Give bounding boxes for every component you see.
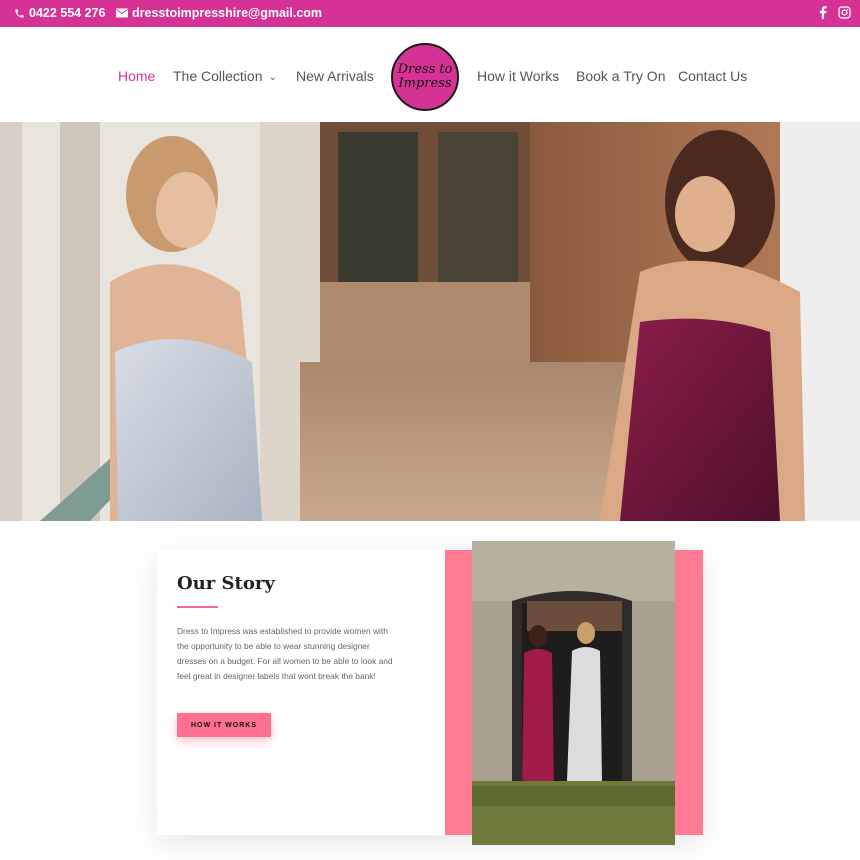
hero-illustration — [0, 122, 860, 521]
facebook-link[interactable] — [819, 6, 827, 19]
email-contact[interactable]: dresstoimpresshire@gmail.com — [116, 6, 322, 20]
logo-line2: Impress — [398, 76, 452, 91]
facebook-icon — [819, 6, 827, 19]
logo-line1: Dress to — [397, 62, 453, 77]
title-divider — [177, 606, 218, 608]
phone-number: 0422 554 276 — [29, 6, 106, 20]
top-bar: 0422 554 276 dresstoimpresshire@gmail.co… — [0, 0, 860, 27]
story-photo-illustration — [472, 541, 675, 845]
site-header: Home The Collection ⌄ New Arrivals Dress … — [0, 27, 860, 122]
instagram-link[interactable] — [838, 6, 851, 19]
envelope-icon — [116, 8, 128, 18]
nav-home[interactable]: Home — [118, 68, 155, 84]
nav-how-it-works[interactable]: How it Works — [477, 68, 559, 84]
story-photo — [472, 541, 675, 845]
site-logo[interactable]: Dress to Impress — [391, 43, 459, 111]
story-title: Our Story — [177, 573, 275, 594]
nav-the-collection[interactable]: The Collection ⌄ — [173, 68, 277, 84]
story-paragraph: Dress to Impress was established to prov… — [177, 626, 393, 681]
nav-book-a-try-on[interactable]: Book a Try On — [576, 68, 665, 84]
how-it-works-button[interactable]: HOW IT WORKS — [177, 713, 271, 737]
nav-the-collection-label: The Collection — [173, 68, 263, 84]
phone-contact[interactable]: 0422 554 276 — [14, 6, 105, 20]
nav-contact-us[interactable]: Contact Us — [678, 68, 747, 84]
chevron-down-icon: ⌄ — [268, 72, 277, 83]
hero-image — [0, 122, 860, 521]
phone-icon — [15, 8, 24, 18]
nav-new-arrivals[interactable]: New Arrivals — [296, 68, 374, 84]
instagram-icon — [838, 6, 851, 19]
email-address: dresstoimpresshire@gmail.com — [132, 6, 323, 20]
